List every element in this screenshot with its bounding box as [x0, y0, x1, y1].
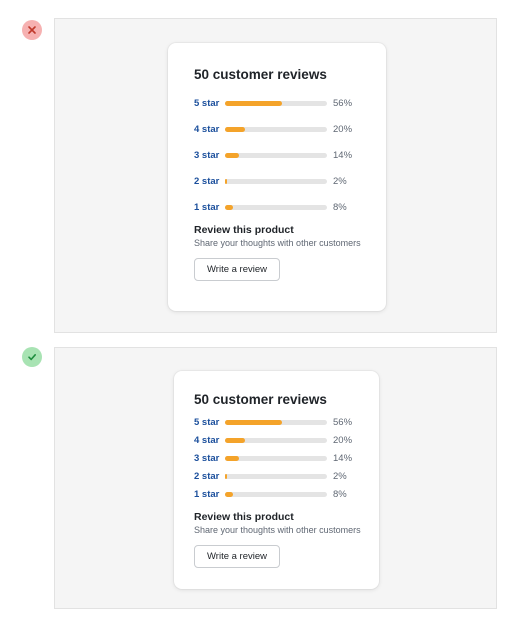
rating-row-1: 1 star 8%	[194, 194, 360, 220]
review-section-title: Review this product	[194, 511, 294, 523]
rating-list: 5 star 56% 4 star 20% 3 star 14% 2 star …	[194, 90, 360, 220]
rating-row-3: 3 star 14%	[194, 142, 360, 168]
reviews-title: 50 customer reviews	[194, 392, 327, 407]
rating-percent: 8%	[333, 488, 347, 500]
rating-percent: 14%	[333, 452, 353, 464]
write-review-button[interactable]: Write a review	[194, 545, 281, 568]
rating-label-link[interactable]: 4 star	[194, 124, 224, 135]
review-section-subtitle: Share your thoughts with other customers	[194, 525, 361, 535]
rating-label-link[interactable]: 3 star	[194, 150, 224, 161]
rating-bar	[225, 204, 327, 210]
correct-marker-icon	[22, 347, 42, 367]
rating-bar	[225, 437, 327, 443]
rating-label-link[interactable]: 2 star	[194, 176, 224, 187]
rating-bar-fill	[225, 491, 234, 497]
rating-list: 5 star 56% 4 star 20% 3 star 14% 2 star …	[194, 413, 359, 503]
rating-bar	[225, 491, 327, 497]
rating-label-link[interactable]: 5 star	[194, 417, 224, 428]
rating-row-4: 4 star 20%	[194, 431, 359, 449]
rating-label-link[interactable]: 5 star	[194, 98, 224, 109]
rating-bar	[225, 100, 327, 106]
rating-percent: 20%	[333, 123, 353, 135]
rating-percent: 56%	[333, 97, 353, 109]
incorrect-marker-icon	[22, 20, 42, 40]
rating-row-2: 2 star 2%	[194, 168, 360, 194]
reviews-title: 50 customer reviews	[194, 67, 327, 82]
rating-bar	[225, 419, 327, 425]
rating-bar-fill	[225, 178, 228, 184]
rating-label-link[interactable]: 1 star	[194, 489, 224, 500]
write-review-button[interactable]: Write a review	[194, 258, 281, 281]
rating-percent: 2%	[333, 175, 347, 187]
rating-bar	[225, 126, 327, 132]
rating-bar-fill	[225, 126, 246, 132]
rating-label-link[interactable]: 4 star	[194, 435, 224, 446]
rating-row-4: 4 star 20%	[194, 116, 360, 142]
rating-label-link[interactable]: 3 star	[194, 453, 224, 464]
reviews-card: 50 customer reviews 5 star 56% 4 star 20…	[168, 43, 386, 311]
rating-percent: 14%	[333, 149, 353, 161]
rating-bar-fill	[225, 473, 228, 479]
review-section-subtitle: Share your thoughts with other customers	[194, 238, 361, 248]
close-icon	[28, 26, 36, 34]
rating-row-2: 2 star 2%	[194, 467, 359, 485]
rating-row-5: 5 star 56%	[194, 413, 359, 431]
rating-bar	[225, 473, 327, 479]
correct-example-panel: 50 customer reviews 5 star 56% 4 star 20…	[54, 347, 497, 609]
incorrect-example-panel: 50 customer reviews 5 star 56% 4 star 20…	[54, 18, 497, 333]
rating-bar-fill	[225, 152, 240, 158]
check-icon	[28, 354, 36, 361]
rating-row-3: 3 star 14%	[194, 449, 359, 467]
rating-label-link[interactable]: 1 star	[194, 202, 224, 213]
rating-bar	[225, 455, 327, 461]
rating-bar	[225, 152, 327, 158]
rating-bar	[225, 178, 327, 184]
rating-row-1: 1 star 8%	[194, 485, 359, 503]
rating-bar-fill	[225, 455, 240, 461]
rating-percent: 8%	[333, 201, 347, 213]
rating-percent: 20%	[333, 434, 353, 446]
rating-bar-fill	[225, 204, 234, 210]
rating-bar-fill	[225, 100, 283, 106]
rating-percent: 2%	[333, 470, 347, 482]
rating-percent: 56%	[333, 416, 353, 428]
review-section-title: Review this product	[194, 224, 294, 236]
reviews-card: 50 customer reviews 5 star 56% 4 star 20…	[174, 371, 379, 589]
rating-row-5: 5 star 56%	[194, 90, 360, 116]
rating-bar-fill	[225, 419, 283, 425]
rating-label-link[interactable]: 2 star	[194, 471, 224, 482]
rating-bar-fill	[225, 437, 246, 443]
